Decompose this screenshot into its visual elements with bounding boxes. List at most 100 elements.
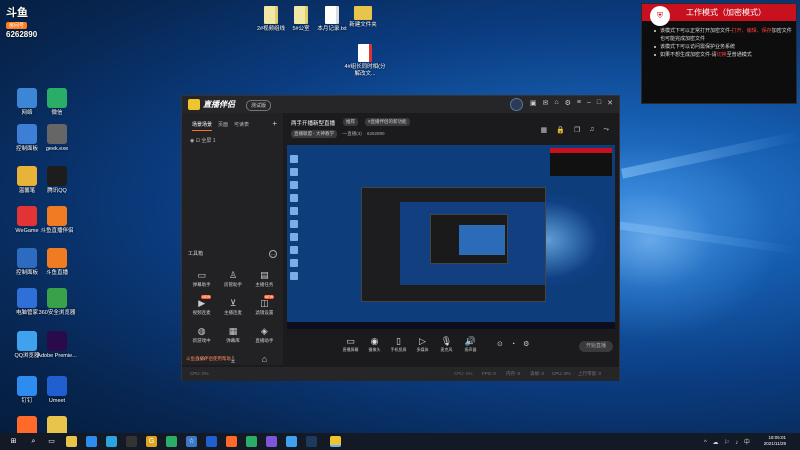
file-icon — [294, 6, 308, 24]
tab-page[interactable]: 页面 — [218, 121, 228, 131]
wechat-icon[interactable] — [166, 436, 177, 447]
dashboard-icon[interactable]: ◔ — [511, 341, 515, 348]
desktop-icon[interactable]: 斗鱼直播 — [34, 248, 80, 277]
status-item: 上行带宽: 0 — [578, 371, 602, 376]
bottom-toolbar: ▭ 直播屏幕 ◉ 摄像头 ▯ 手机投屏 ▷ 多媒体 🎙 麦克风 🔊 扬声器 ⊙ ◔ ⚙ 开始直播 — [283, 333, 619, 365]
room-meta: 直播联盟 - 大神教学 ·一直播(3) 6262890 — [291, 130, 385, 138]
category-tag[interactable]: 直播联盟 - 大神教学 — [291, 130, 337, 138]
minimize-icon[interactable]: – — [587, 99, 591, 107]
edge-icon[interactable] — [86, 436, 97, 447]
bell-icon[interactable]: ♫ — [589, 126, 594, 134]
share-icon[interactable]: ⤳ — [603, 126, 609, 134]
qq-icon[interactable] — [126, 436, 137, 447]
app-icon[interactable] — [306, 436, 317, 447]
preview-nested-desktop — [400, 202, 545, 285]
camera-icon: ◉ — [370, 336, 379, 346]
new-badge: NEW — [263, 295, 274, 299]
tool-label: 主播连麦 — [223, 310, 242, 315]
tab-scene[interactable]: 场景场景 — [192, 121, 213, 131]
go-live-button[interactable]: 开始直播 — [579, 341, 613, 352]
search-icon[interactable]: ⌕ — [28, 436, 39, 447]
desktop-icon[interactable]: 腾讯QQ — [34, 166, 80, 195]
lock-icon[interactable]: 🔒 — [556, 126, 565, 134]
screen-capture-button[interactable]: ▭ 直播屏幕 — [341, 336, 360, 353]
tool-filter[interactable]: ◫ NEW 滤镜设置 — [249, 295, 280, 316]
tool-user[interactable]: ♙ 房管助手 — [217, 270, 248, 288]
preview-desktop-icons — [290, 155, 302, 285]
message-icon[interactable]: ✉ — [543, 99, 549, 107]
version-badge[interactable]: 测试版 — [246, 100, 272, 111]
live-preview[interactable] — [287, 145, 615, 329]
room-tag[interactable]: #直播伴侣的新功能 — [365, 118, 410, 126]
toolbox-grid: ▭ 弹幕助手 ♙ 房管助手 ▤ 主播任务 ▶ NEW 视频连麦 ⊻ 主播连麦 ◫ NEW 滤镜设置 ◍ 新游戏… — [186, 270, 280, 366]
app-icon[interactable] — [286, 436, 297, 447]
room-tag[interactable]: 推荐 — [343, 118, 358, 126]
help-link[interactable]: 斗鱼直播伴侣使用帮助 — [186, 356, 231, 362]
camera-button[interactable]: ◉ 摄像头 — [365, 336, 384, 353]
app-icon[interactable]: ☆ — [186, 436, 197, 447]
security-logo-icon: ⛨ — [650, 6, 670, 26]
explorer-icon[interactable] — [66, 436, 77, 447]
tab-readable[interactable]: 可读表 — [234, 121, 249, 131]
app-icon[interactable] — [266, 436, 277, 447]
work-mode-title: 工作模式（加密模式） — [686, 8, 766, 17]
phone-cast-button[interactable]: ▯ 手机投屏 — [389, 336, 408, 353]
desktop-icon[interactable]: 360安全浏览器 — [34, 288, 80, 317]
avatar[interactable] — [510, 98, 523, 111]
button-label: 直播屏幕 — [342, 347, 359, 352]
desktop-file[interactable]: 新建文件夹 — [340, 6, 386, 29]
tool-task[interactable]: ▤ 主播任务 — [249, 270, 280, 288]
eye-icon[interactable]: ◉ ⊡ — [190, 138, 201, 144]
browser-icon — [47, 288, 67, 308]
app-icon[interactable] — [106, 436, 117, 447]
tool-home[interactable]: ⌂ — [249, 354, 280, 366]
app-icon[interactable] — [246, 436, 257, 447]
app-icon[interactable] — [226, 436, 237, 447]
speaker-button[interactable]: 🔊 扬声器 — [461, 336, 480, 353]
home-icon: ⌂ — [261, 354, 268, 364]
tool-assistant[interactable]: ◈ 直播助手 — [249, 326, 280, 344]
shirt-icon[interactable]: ⌂ — [554, 99, 558, 107]
taskview-icon[interactable]: ▭ — [46, 436, 57, 447]
desktop-icon[interactable]: Adobe Premie... — [34, 331, 80, 360]
settings-icon[interactable]: ⚙ — [523, 340, 529, 348]
taskbar: ⊞ ⌕ ▭ G ☆ ^ ☁ ⚐ ♪ 中 18:05:01 2021/11/29 — [0, 433, 800, 450]
desktop-icon[interactable]: 斗鱼直播伴侣 — [34, 206, 80, 235]
tool-danmu[interactable]: ▭ 弹幕助手 — [186, 270, 217, 288]
preview-nested-window — [361, 187, 546, 302]
tool-label: 房管助手 — [223, 282, 242, 287]
microphone-button[interactable]: 🎙 麦克风 — [437, 336, 456, 353]
gift-icon[interactable]: ▣ — [530, 99, 537, 107]
settings-icon[interactable]: ⚙ — [565, 99, 571, 107]
douyu-icon[interactable] — [330, 436, 341, 447]
tool-video-call[interactable]: ▶ NEW 视频连麦 — [186, 295, 217, 316]
work-mode-header: ⛨ 工作模式（加密模式） — [642, 4, 796, 26]
tool-mic-link[interactable]: ⊻ 主播连麦 — [217, 298, 248, 316]
tool-game[interactable]: ◍ 新游戏中 — [186, 326, 217, 344]
screen-capture-icon: ▭ — [346, 336, 355, 346]
work-mode-line: 该模式下可以访问需保护业务系统 — [654, 43, 792, 51]
close-icon[interactable]: ✕ — [607, 99, 613, 107]
menu-icon[interactable]: ≡ — [577, 99, 581, 107]
tool-label: 主播任务 — [255, 282, 274, 287]
app-icon[interactable] — [206, 436, 217, 447]
toolbox-more-icon[interactable]: … — [269, 250, 277, 258]
maximize-icon[interactable]: □ — [597, 99, 601, 107]
microphone-icon: 🎙 — [440, 336, 453, 346]
clock[interactable]: 18:05:01 2021/11/29 — [764, 435, 786, 447]
media-button[interactable]: ▷ 多媒体 — [413, 336, 432, 353]
desktop-file[interactable]: 4#组长同时相(分解改文... — [342, 44, 388, 78]
desktop-icon[interactable]: geek.exe — [34, 124, 80, 153]
grid-icon[interactable]: ▦ — [541, 126, 548, 134]
copy-icon[interactable]: ❐ — [574, 126, 580, 134]
desktop-icon[interactable]: Umeet — [34, 376, 80, 405]
record-icon[interactable]: ⊙ — [497, 340, 503, 348]
desktop-icon[interactable]: 微信 — [34, 88, 80, 117]
add-scene-icon[interactable]: + — [272, 119, 277, 128]
tool-library[interactable]: ▦ 弹幕库 — [217, 326, 248, 344]
room-title[interactable]: 两手开播新型直播 — [291, 119, 335, 127]
start-icon[interactable]: ⊞ — [8, 436, 19, 447]
status-item: CPU: 0% — [552, 371, 571, 376]
scene-item[interactable]: ◉ ⊡ 全屏 1 — [182, 131, 283, 144]
chrome-icon[interactable]: G — [146, 436, 157, 447]
